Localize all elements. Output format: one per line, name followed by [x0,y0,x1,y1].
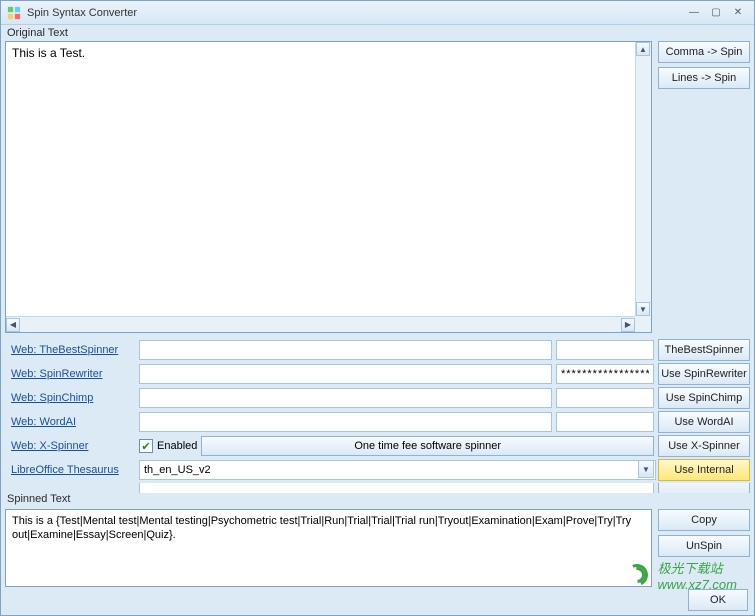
spinner-row-wordai: Web: WordAI Use WordAI [5,411,750,433]
spinned-text-label: Spinned Text [7,493,750,505]
input-spinrewriter-pass[interactable] [556,364,654,384]
spinned-text-content: This is a {Test|Mental test|Mental testi… [12,515,631,541]
ok-button[interactable]: OK [688,589,748,611]
input-cutoff[interactable] [139,483,654,493]
original-text-area[interactable]: This is a Test. ▲ ▼ ◀ ▶ [5,41,652,333]
xspinner-enabled-label: Enabled [157,440,197,452]
scroll-right-icon[interactable]: ▶ [621,318,635,332]
spinner-row-xspinner: Web: X-Spinner ✔ Enabled One time fee so… [5,435,750,457]
input-spinchimp-user[interactable] [139,388,552,408]
onetime-fee-label[interactable]: One time fee software spinner [201,436,654,456]
input-thebestspinner-pass[interactable] [556,340,654,360]
input-thebestspinner-user[interactable] [139,340,552,360]
link-spinchimp[interactable]: Web: SpinChimp [5,392,135,404]
button-cutoff[interactable] [658,483,750,493]
thesaurus-select-value: th_en_US_v2 [144,464,211,476]
link-wordai[interactable]: Web: WordAI [5,416,135,428]
link-spinrewriter[interactable]: Web: SpinRewriter [5,368,135,380]
input-wordai-pass[interactable] [556,412,654,432]
scroll-left-icon[interactable]: ◀ [6,318,20,332]
app-window: Spin Syntax Converter — ▢ ✕ Original Tex… [0,0,755,616]
maximize-button[interactable]: ▢ [706,5,726,21]
xspinner-enabled-checkbox[interactable]: ✔ [139,439,153,453]
vertical-scrollbar[interactable]: ▲ ▼ [635,42,651,316]
comma-to-spin-button[interactable]: Comma -> Spin [658,41,750,63]
thesaurus-select[interactable]: th_en_US_v2 [139,460,656,480]
lines-to-spin-button[interactable]: Lines -> Spin [658,67,750,89]
app-icon [7,6,21,20]
scroll-down-icon[interactable]: ▼ [636,302,650,316]
spinner-row-spinrewriter: Web: SpinRewriter Use SpinRewriter [5,363,750,385]
link-xspinner[interactable]: Web: X-Spinner [5,440,135,452]
original-text-label: Original Text [7,27,750,39]
scroll-up-icon[interactable]: ▲ [636,42,650,56]
button-use-internal[interactable]: Use Internal [658,459,750,481]
button-wordai[interactable]: Use WordAI [658,411,750,433]
horizontal-scrollbar[interactable]: ◀ ▶ [6,316,635,332]
spinner-row-libreoffice: LibreOffice Thesaurus th_en_US_v2 ▼ Use … [5,459,750,481]
minimize-button[interactable]: — [684,5,704,21]
spinner-row-thebestspinner: Web: TheBestSpinner TheBestSpinner [5,339,750,361]
spinner-row-spinchimp: Web: SpinChimp Use SpinChimp [5,387,750,409]
spinner-row-cutoff [5,483,750,493]
spinner-config-rows: Web: TheBestSpinner TheBestSpinner Web: … [5,339,750,493]
input-spinchimp-pass[interactable] [556,388,654,408]
spinned-text-area[interactable]: This is a {Test|Mental test|Mental testi… [5,509,652,587]
link-libreoffice[interactable]: LibreOffice Thesaurus [5,464,135,476]
input-wordai-user[interactable] [139,412,552,432]
chevron-down-icon[interactable]: ▼ [638,460,654,478]
copy-button[interactable]: Copy [658,509,750,531]
content-area: Original Text This is a Test. ▲ ▼ ◀ ▶ Co… [1,25,754,615]
original-text-content: This is a Test. [12,46,85,60]
close-button[interactable]: ✕ [728,5,748,21]
unspin-button[interactable]: UnSpin [658,535,750,557]
button-thebestspinner[interactable]: TheBestSpinner [658,339,750,361]
titlebar: Spin Syntax Converter — ▢ ✕ [1,1,754,25]
input-spinrewriter-user[interactable] [139,364,552,384]
button-spinrewriter[interactable]: Use SpinRewriter [658,363,750,385]
button-spinchimp[interactable]: Use SpinChimp [658,387,750,409]
link-thebestspinner[interactable]: Web: TheBestSpinner [5,344,135,356]
button-xspinner[interactable]: Use X-Spinner [658,435,750,457]
window-title: Spin Syntax Converter [27,7,682,19]
scrollbar-corner [635,316,651,332]
